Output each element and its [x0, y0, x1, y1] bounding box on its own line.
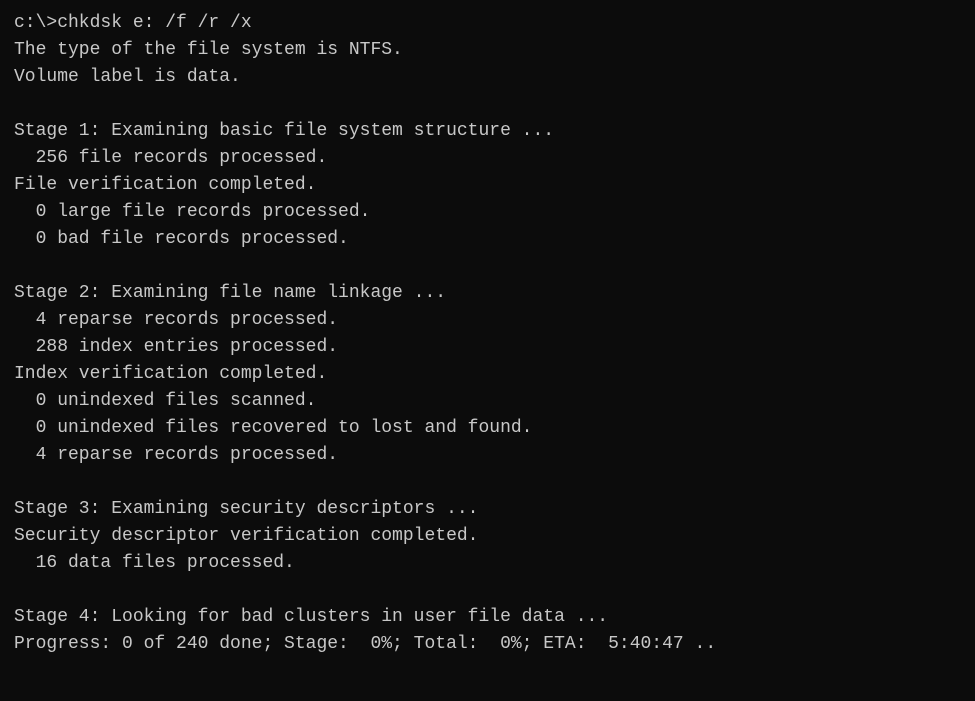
- terminal-line-stage2-l3: Index verification completed.: [14, 361, 961, 388]
- terminal-line-line2: Volume label is data.: [14, 64, 961, 91]
- terminal-line-stage2-header: Stage 2: Examining file name linkage ...: [14, 280, 961, 307]
- terminal-line-stage1-l1: 256 file records processed.: [14, 145, 961, 172]
- terminal-line-cmd: c:\>chkdsk e: /f /r /x: [14, 10, 961, 37]
- terminal-window: c:\>chkdsk e: /f /r /xThe type of the fi…: [14, 10, 961, 658]
- terminal-line-stage2-l2: 288 index entries processed.: [14, 334, 961, 361]
- terminal-line-stage2-l4: 0 unindexed files scanned.: [14, 388, 961, 415]
- terminal-line-stage2-l6: 4 reparse records processed.: [14, 442, 961, 469]
- terminal-line-stage3-header: Stage 3: Examining security descriptors …: [14, 496, 961, 523]
- terminal-line-stage1-l3: 0 large file records processed.: [14, 199, 961, 226]
- terminal-line-line1: The type of the file system is NTFS.: [14, 37, 961, 64]
- terminal-line-stage4-header: Stage 4: Looking for bad clusters in use…: [14, 604, 961, 631]
- terminal-line-stage1-l2: File verification completed.: [14, 172, 961, 199]
- terminal-line-stage3-l2: 16 data files processed.: [14, 550, 961, 577]
- terminal-line-stage4-l1: Progress: 0 of 240 done; Stage: 0%; Tota…: [14, 631, 961, 658]
- terminal-line-blank4: [14, 577, 961, 604]
- terminal-line-blank3: [14, 469, 961, 496]
- terminal-line-blank2: [14, 253, 961, 280]
- terminal-line-stage2-l5: 0 unindexed files recovered to lost and …: [14, 415, 961, 442]
- terminal-line-stage1-l4: 0 bad file records processed.: [14, 226, 961, 253]
- terminal-line-blank1: [14, 91, 961, 118]
- terminal-line-stage2-l1: 4 reparse records processed.: [14, 307, 961, 334]
- terminal-line-stage1-header: Stage 1: Examining basic file system str…: [14, 118, 961, 145]
- terminal-line-stage3-l1: Security descriptor verification complet…: [14, 523, 961, 550]
